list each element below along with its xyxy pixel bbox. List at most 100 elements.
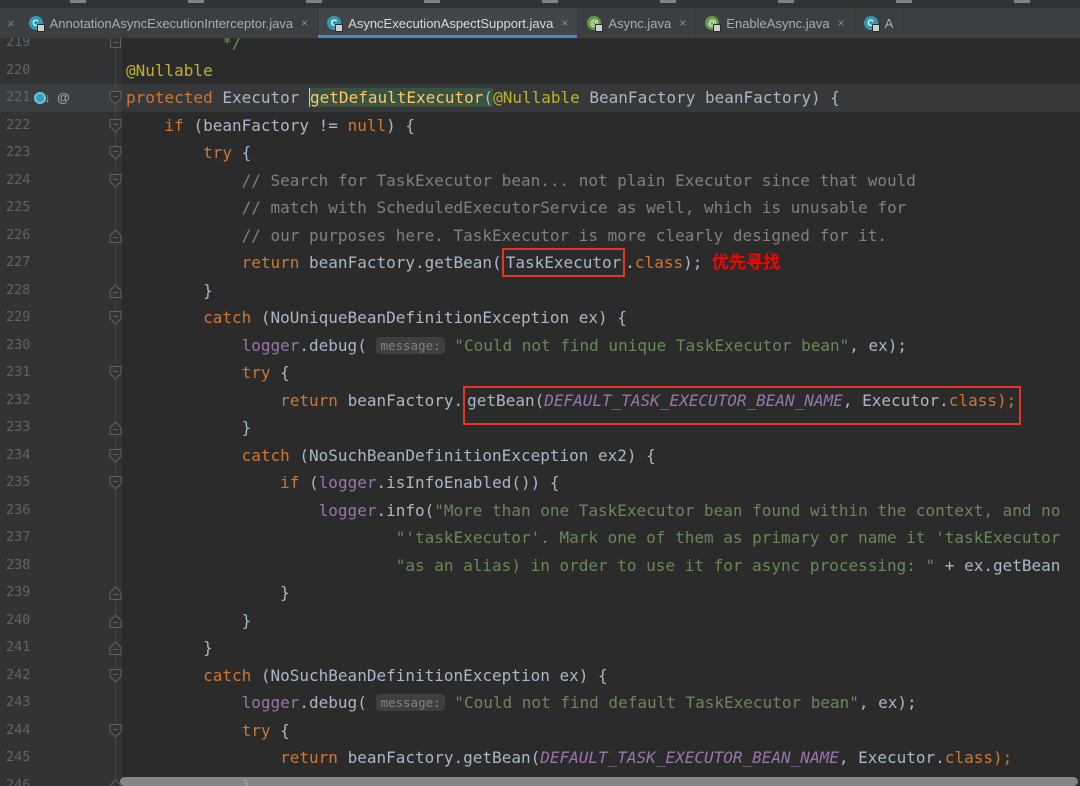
parameter-hint-chip: message:	[376, 337, 444, 354]
code-token: }	[126, 281, 213, 300]
horizontal-scrollbar[interactable]	[120, 777, 1078, 786]
fold-marker-down-icon[interactable]	[108, 365, 123, 381]
line-number: 221	[6, 84, 30, 112]
fold-marker-box-icon[interactable]	[108, 38, 123, 51]
annotated-marker-icon[interactable]: @	[57, 84, 70, 112]
code-line-230[interactable]: 230 logger.debug( message: "Could not fi…	[0, 332, 1080, 360]
code-line-234[interactable]: 234 catch (NoSuchBeanDefinitionException…	[0, 442, 1080, 470]
close-icon[interactable]: ×	[0, 16, 20, 31]
code-line-236[interactable]: 236 logger.info("More than one TaskExecu…	[0, 497, 1080, 525]
code-token	[126, 501, 319, 520]
code-token: + ex.getBean	[945, 556, 1061, 575]
fold-marker-down-icon[interactable]	[108, 668, 123, 684]
tab-close-icon[interactable]: ×	[679, 16, 686, 30]
code-line-235[interactable]: 235 if (logger.isInfoEnabled()) {	[0, 469, 1080, 497]
code-token: }	[126, 418, 251, 437]
tab-label: A	[885, 16, 894, 31]
code-line-241[interactable]: 241 }	[0, 634, 1080, 662]
fold-marker-up-icon[interactable]	[108, 585, 123, 601]
code-line-220[interactable]: 220@Nullable	[0, 57, 1080, 85]
tab-close-icon[interactable]: ×	[301, 16, 308, 30]
line-number: 246	[6, 772, 30, 786]
identifier-highlight: getDefaultExecutor(	[310, 88, 493, 107]
code-line-229[interactable]: 229 catch (NoUniqueBeanDefinitionExcepti…	[0, 304, 1080, 332]
tab-enableasync-java[interactable]: @EnableAsync.java×	[696, 8, 854, 38]
code-line-238[interactable]: 238 "as an alias) in order to use it for…	[0, 552, 1080, 580]
line-number: 225	[6, 194, 30, 222]
code-line-228[interactable]: 228 }	[0, 277, 1080, 305]
code-token: }	[126, 611, 251, 630]
fold-marker-up-icon[interactable]	[108, 640, 123, 656]
tab-close-icon[interactable]: ×	[838, 16, 845, 30]
code-line-223[interactable]: 223 try {	[0, 139, 1080, 167]
code-token: DEFAULT_TASK_EXECUTOR_BEAN_NAME	[544, 391, 843, 410]
code-token: .	[625, 253, 635, 272]
code-token	[126, 473, 280, 492]
line-number: 238	[6, 552, 30, 580]
code-text: // Search for TaskExecutor bean... not p…	[126, 167, 916, 195]
code-line-222[interactable]: 222 if (beanFactory != null) {	[0, 112, 1080, 140]
line-number: 226	[6, 222, 30, 250]
code-token: // Search for TaskExecutor bean... not p…	[126, 171, 916, 190]
code-token: return	[242, 253, 309, 272]
code-line-242[interactable]: 242 catch (NoSuchBeanDefinitionException…	[0, 662, 1080, 690]
fold-marker-down-icon[interactable]	[108, 145, 123, 161]
class-file-icon: C	[327, 16, 342, 31]
tab-asyncexecutionaspectsupport-java[interactable]: CAsyncExecutionAspectSupport.java×	[318, 8, 578, 38]
code-line-231[interactable]: 231 try {	[0, 359, 1080, 387]
fold-marker-down-icon[interactable]	[108, 173, 123, 189]
code-text: }	[126, 607, 251, 635]
code-text: if (beanFactory != null) {	[126, 112, 415, 140]
code-token: {	[271, 363, 290, 382]
tab-close-icon[interactable]: ×	[561, 16, 568, 30]
code-token	[126, 748, 280, 767]
fold-marker-down-icon[interactable]	[108, 118, 123, 134]
code-token: try	[203, 143, 232, 162]
code-line-225[interactable]: 225 // match with ScheduledExecutorServi…	[0, 194, 1080, 222]
code-editor[interactable]: 219 */220@Nullable221↓@protected Executo…	[0, 38, 1080, 786]
code-token: {	[271, 721, 290, 740]
code-line-240[interactable]: 240 }	[0, 607, 1080, 635]
code-line-233[interactable]: 233 }	[0, 414, 1080, 442]
editor-tab-bar: × CAnnotationAsyncExecutionInterceptor.j…	[0, 8, 1080, 38]
fold-marker-down-icon[interactable]	[108, 475, 123, 491]
code-line-224[interactable]: 224 // Search for TaskExecutor bean... n…	[0, 167, 1080, 195]
fold-marker-down-icon[interactable]	[108, 448, 123, 464]
code-token: );	[993, 748, 1012, 767]
code-line-245[interactable]: 245 return beanFactory.getBean(DEFAULT_T…	[0, 744, 1080, 772]
code-line-226[interactable]: 226 // our purposes here. TaskExecutor i…	[0, 222, 1080, 250]
fold-marker-down-icon[interactable]	[108, 90, 123, 106]
line-number: 223	[6, 139, 30, 167]
fold-marker-up-icon[interactable]	[108, 420, 123, 436]
code-token: (	[309, 473, 319, 492]
fold-marker-up-icon[interactable]	[108, 613, 123, 629]
tab-a[interactable]: CA	[855, 8, 904, 38]
code-token: TaskExecutor	[506, 253, 622, 272]
code-token: ) {	[386, 116, 415, 135]
annotation-note-text: 优先寻找	[712, 253, 780, 272]
code-token: "as an alias) in order to use it for asy…	[126, 556, 945, 575]
fold-marker-up-icon[interactable]	[108, 283, 123, 299]
line-number: 240	[6, 607, 30, 635]
code-line-237[interactable]: 237 "'taskExecutor'. Mark one of them as…	[0, 524, 1080, 552]
red-annotation-box: TaskExecutor	[502, 248, 626, 277]
code-line-243[interactable]: 243 logger.debug( message: "Could not fi…	[0, 689, 1080, 717]
fold-marker-down-icon[interactable]	[108, 310, 123, 326]
parameter-hint-chip: message:	[376, 694, 444, 711]
code-line-221[interactable]: 221↓@protected Executor getDefaultExecut…	[0, 84, 1080, 112]
code-line-219[interactable]: 219 */	[0, 38, 1080, 57]
tab-annotationasyncexecutioninterceptor-java[interactable]: CAnnotationAsyncExecutionInterceptor.jav…	[20, 8, 319, 38]
tab-async-java[interactable]: @Async.java×	[578, 8, 696, 38]
fold-marker-down-icon[interactable]	[108, 723, 123, 739]
tabs-container: CAnnotationAsyncExecutionInterceptor.jav…	[20, 8, 904, 38]
code-token: "Could not find unique TaskExecutor bean…	[445, 336, 850, 355]
code-line-244[interactable]: 244 try {	[0, 717, 1080, 745]
code-token: (NoSuchBeanDefinitionException ex2) {	[299, 446, 655, 465]
code-line-239[interactable]: 239 }	[0, 579, 1080, 607]
line-number: 220	[6, 57, 30, 85]
code-line-227[interactable]: 227 return beanFactory.getBean(TaskExecu…	[0, 249, 1080, 277]
line-number: 233	[6, 414, 30, 442]
line-number: 245	[6, 744, 30, 772]
code-line-232[interactable]: 232 return beanFactory.getBean(DEFAULT_T…	[0, 387, 1080, 415]
fold-marker-up-icon[interactable]	[108, 228, 123, 244]
